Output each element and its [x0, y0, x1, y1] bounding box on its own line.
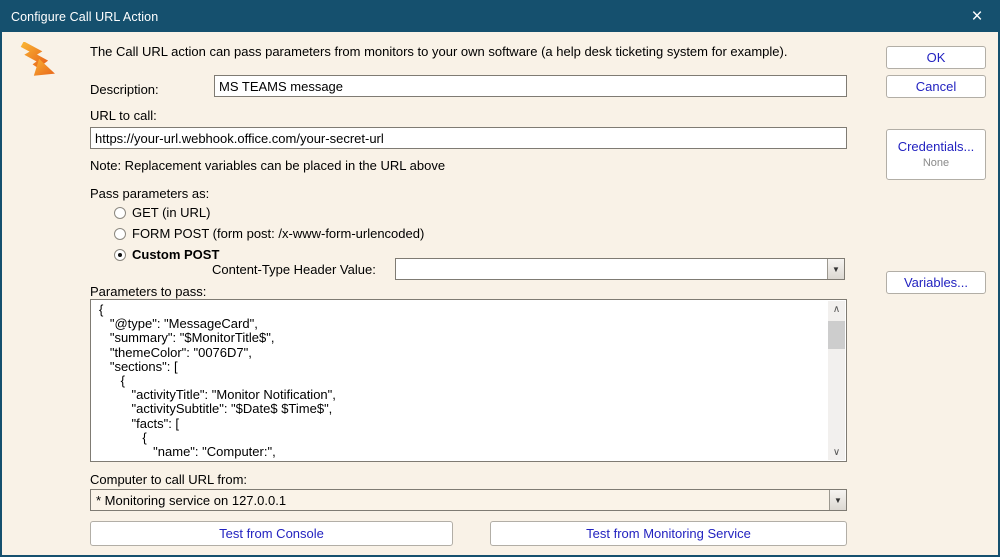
computer-label: Computer to call URL from:	[90, 472, 247, 487]
test-from-monitoring-service-button[interactable]: Test from Monitoring Service	[490, 521, 847, 546]
radio-custom-post[interactable]: Custom POST	[114, 247, 219, 262]
parameters-label: Parameters to pass:	[90, 284, 206, 299]
radio-custom-post-circle[interactable]	[114, 249, 126, 261]
lightning-arrow-icon	[18, 42, 56, 80]
radio-get-label: GET (in URL)	[132, 205, 211, 220]
test-from-console-button[interactable]: Test from Console	[90, 521, 453, 546]
radio-custom-post-label: Custom POST	[132, 247, 219, 262]
radio-form-post-label: FORM POST (form post: /x-www-form-urlenc…	[132, 226, 424, 241]
radio-form-post-circle[interactable]	[114, 228, 126, 240]
configure-call-url-dialog: Configure Call URL Action × The Call URL…	[0, 0, 1000, 557]
cancel-button[interactable]: Cancel	[886, 75, 986, 98]
dialog-title: Configure Call URL Action	[2, 10, 158, 24]
scroll-up-icon[interactable]: ∧	[828, 301, 845, 317]
ok-button[interactable]: OK	[886, 46, 986, 69]
description-label: Description:	[90, 82, 159, 97]
chevron-down-icon[interactable]: ▼	[829, 490, 846, 510]
content-type-label: Content-Type Header Value:	[212, 262, 376, 277]
credentials-button[interactable]: Credentials... None	[886, 129, 986, 180]
parameters-textarea[interactable]: { "@type": "MessageCard", "summary": "$M…	[90, 299, 847, 462]
computer-combobox[interactable]: * Monitoring service on 127.0.0.1 ▼	[90, 489, 847, 511]
scroll-down-icon[interactable]: ∨	[828, 444, 845, 460]
variables-button[interactable]: Variables...	[886, 271, 986, 294]
credentials-button-label: Credentials...	[898, 139, 975, 155]
radio-form-post[interactable]: FORM POST (form post: /x-www-form-urlenc…	[114, 226, 424, 241]
radio-get[interactable]: GET (in URL)	[114, 205, 211, 220]
url-input[interactable]	[90, 127, 847, 149]
intro-text: The Call URL action can pass parameters …	[90, 44, 787, 59]
url-note: Note: Replacement variables can be place…	[90, 158, 445, 173]
chevron-down-icon[interactable]: ▼	[827, 259, 844, 279]
scrollbar-thumb[interactable]	[828, 321, 845, 349]
content-type-combobox[interactable]: ▼	[395, 258, 845, 280]
url-label: URL to call:	[90, 108, 157, 123]
parameters-text[interactable]: { "@type": "MessageCard", "summary": "$M…	[99, 303, 824, 459]
close-icon[interactable]: ×	[964, 4, 990, 30]
pass-parameters-label: Pass parameters as:	[90, 186, 209, 201]
credentials-status: None	[923, 155, 949, 171]
scrollbar-track[interactable]	[828, 317, 845, 444]
titlebar: Configure Call URL Action ×	[2, 2, 998, 32]
description-input[interactable]	[214, 75, 847, 97]
radio-get-circle[interactable]	[114, 207, 126, 219]
vertical-scrollbar[interactable]: ∧ ∨	[828, 301, 845, 460]
computer-value: * Monitoring service on 127.0.0.1	[91, 493, 829, 508]
